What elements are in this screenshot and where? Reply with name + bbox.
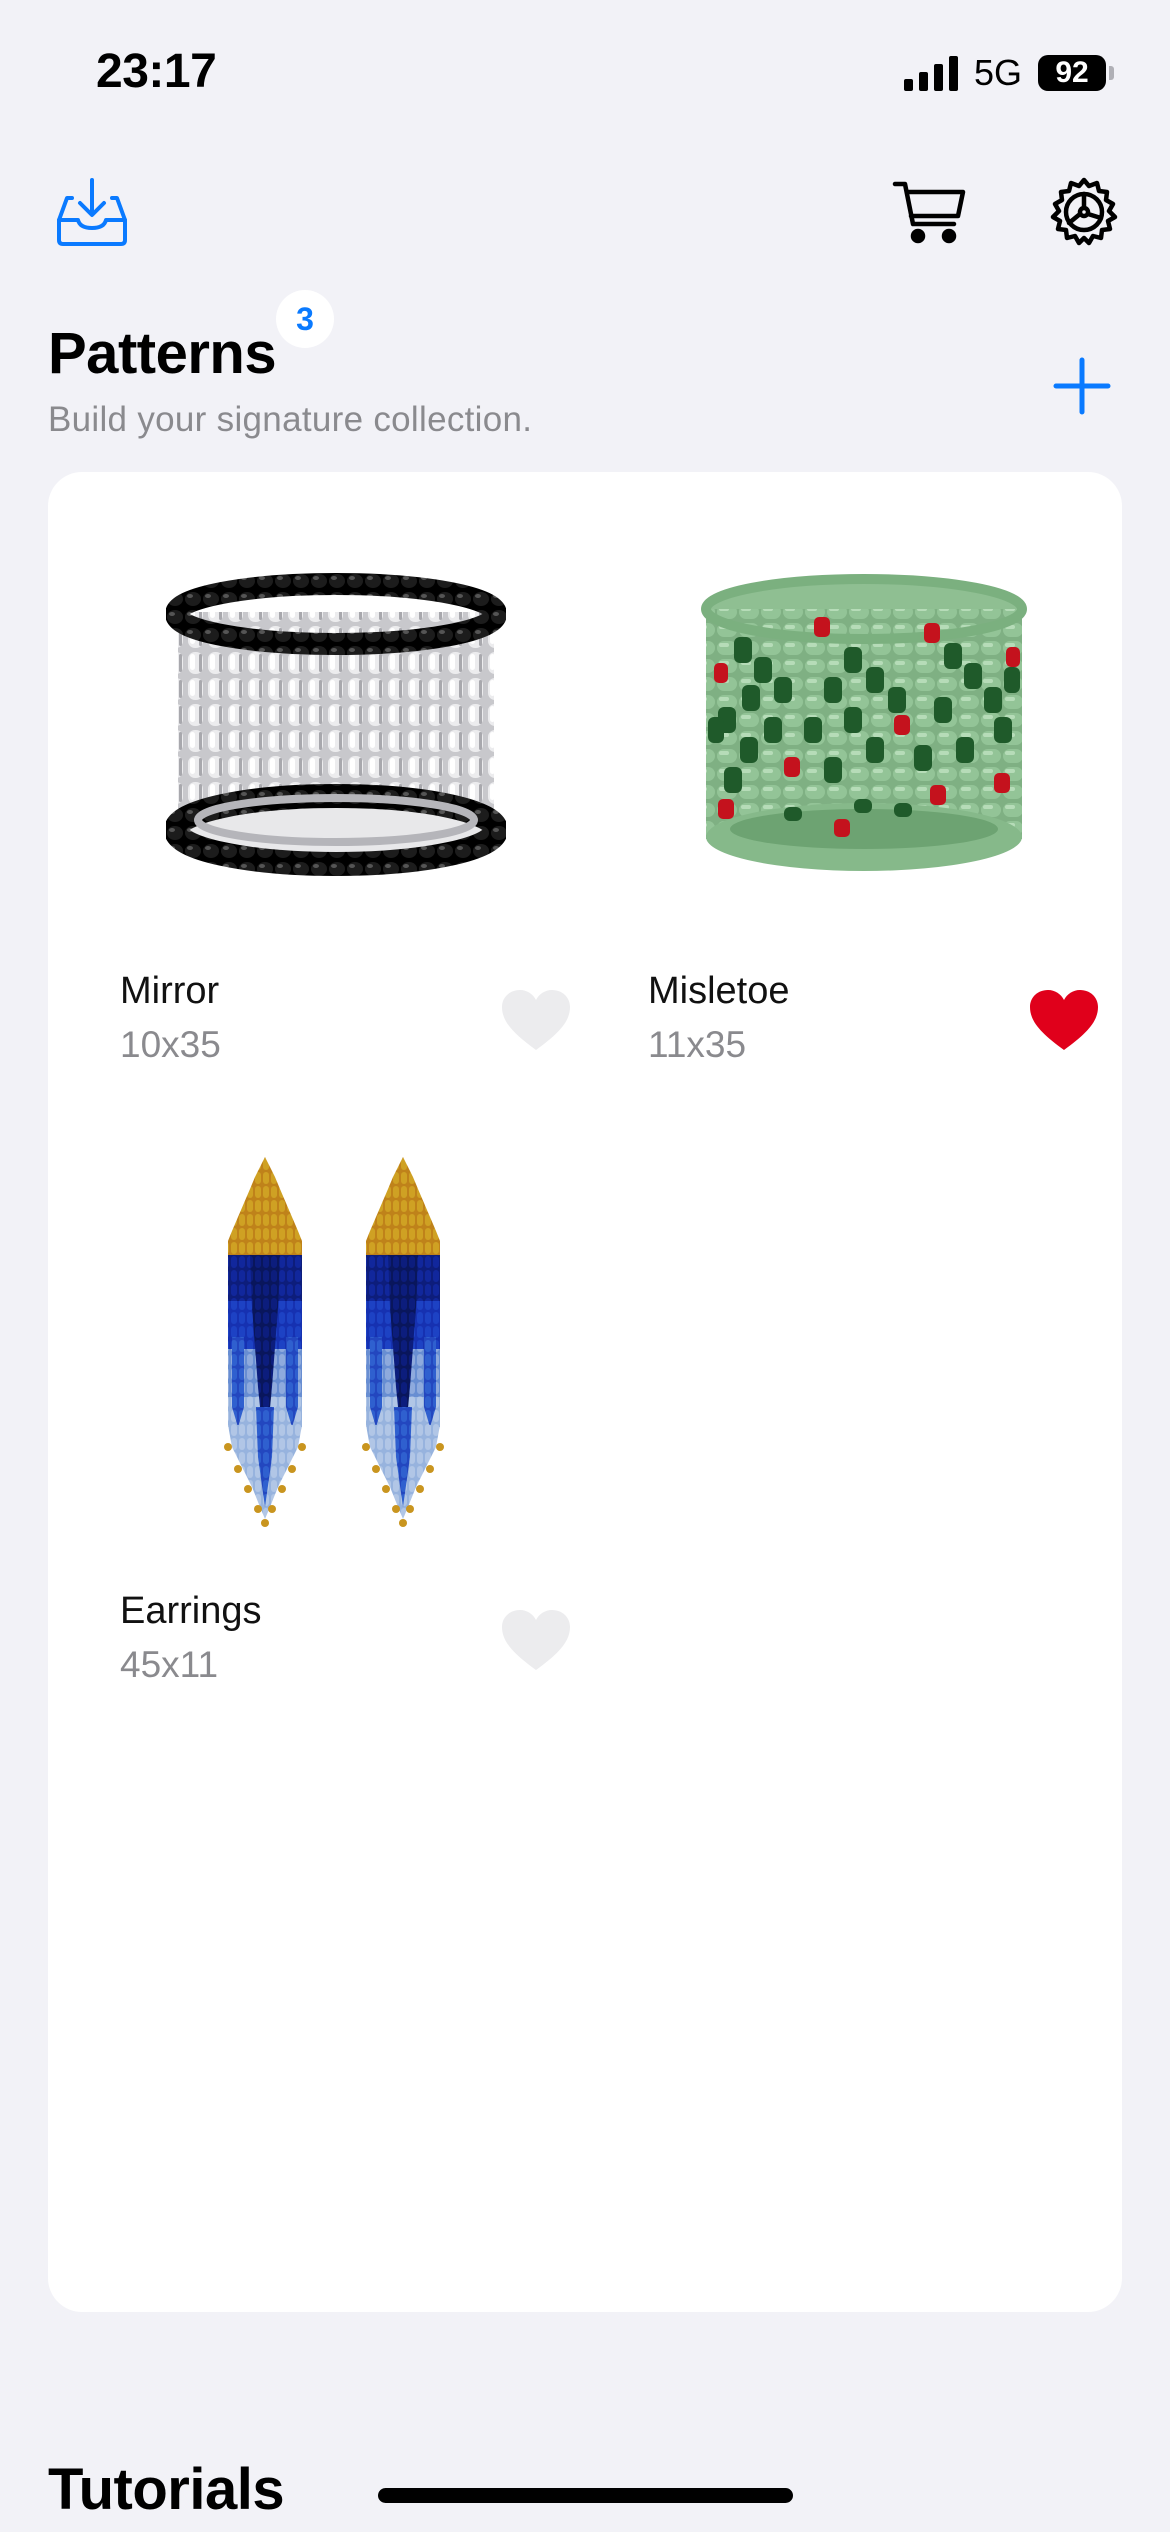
favorite-button[interactable] <box>1024 980 1104 1060</box>
pattern-name: Misletoe <box>648 970 790 1012</box>
import-button[interactable] <box>50 170 134 254</box>
favorite-button[interactable] <box>496 980 576 1060</box>
pattern-size: 45x11 <box>120 1644 219 1685</box>
misletoe-bracelet-thumbnail <box>654 512 1074 942</box>
patterns-screen: 23:17 5G 92 Patterns 3 Build your signat… <box>0 0 1170 2532</box>
cart-button[interactable] <box>888 170 972 254</box>
battery-level: 92 <box>1038 55 1106 91</box>
earrings-thumbnail <box>126 1132 546 1562</box>
home-indicator[interactable] <box>378 2488 793 2503</box>
pattern-size: 10x35 <box>120 1024 221 1065</box>
tray-download-icon <box>57 178 127 246</box>
heart-icon <box>1030 990 1098 1050</box>
settings-button[interactable] <box>1042 170 1126 254</box>
network-type: 5G <box>973 52 1022 93</box>
status-bar: 23:17 5G 92 <box>0 0 1170 150</box>
steering-wheel-gear-icon <box>1050 177 1118 246</box>
pattern-item-misletoe[interactable]: Misletoe 11x35 <box>624 492 1104 1065</box>
cellular-signal-icon <box>903 55 958 91</box>
status-time: 23:17 <box>96 45 217 98</box>
pattern-item-mirror[interactable]: Mirror 10x35 <box>96 492 576 1065</box>
status-indicators: 5G 92 <box>903 52 1114 94</box>
tutorials-title: Tutorials <box>48 2457 285 2522</box>
patterns-count-badge: 3 <box>276 290 334 348</box>
battery-icon: 92 <box>1038 55 1114 91</box>
heart-icon <box>502 990 570 1050</box>
heart-icon <box>502 1610 570 1670</box>
pattern-name: Mirror <box>120 970 220 1012</box>
cart-icon <box>892 181 966 244</box>
pattern-item-earrings[interactable]: Earrings 45x11 <box>96 1112 576 1685</box>
section-title: Patterns <box>48 321 277 386</box>
plus-icon <box>1053 357 1111 415</box>
add-pattern-button[interactable] <box>1046 350 1118 422</box>
patterns-card: Mirror 10x35 Misletoe 11x35 Earrings 45x… <box>48 472 1122 2312</box>
pattern-size: 11x35 <box>648 1024 747 1065</box>
pattern-name: Earrings <box>120 1590 262 1632</box>
favorite-button[interactable] <box>496 1600 576 1680</box>
mirror-bracelet-thumbnail <box>126 512 546 942</box>
section-subtitle: Build your signature collection. <box>48 400 533 439</box>
